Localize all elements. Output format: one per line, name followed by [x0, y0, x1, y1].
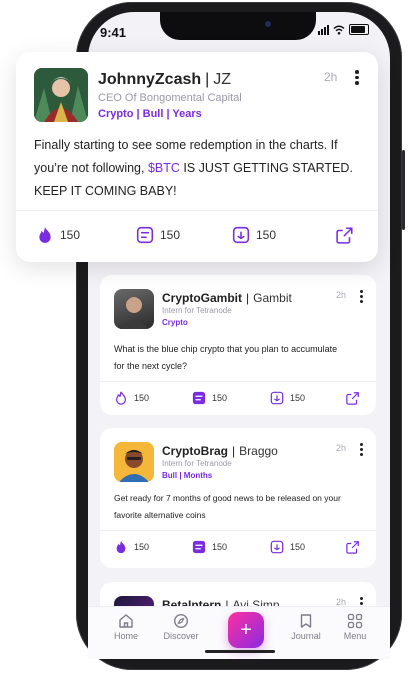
comment-button[interactable]: 150 — [192, 540, 227, 554]
journal-icon — [300, 614, 312, 628]
post-card[interactable]: CryptoBrag | Braggo Intern for Tetranode B… — [100, 428, 376, 568]
comment-button[interactable]: 150 — [136, 226, 180, 244]
comment-icon — [136, 226, 154, 244]
post-time: 2h — [336, 443, 347, 453]
signal-icon — [318, 24, 329, 35]
comment-icon — [192, 391, 206, 405]
repost-button[interactable]: 150 — [270, 391, 305, 405]
notch — [160, 12, 316, 40]
author-name[interactable]: CryptoGambit | Gambit — [162, 291, 292, 305]
discover-icon — [173, 613, 189, 629]
repost-count: 150 — [290, 542, 306, 552]
avatar[interactable] — [114, 442, 154, 482]
status-time: 9:41 — [100, 25, 127, 40]
nav-home[interactable]: Home — [101, 613, 151, 641]
post-body: Finally starting to see some redemption … — [34, 134, 366, 203]
author-name[interactable]: CryptoBrag | Braggo — [162, 444, 278, 458]
divider — [100, 381, 376, 382]
nav-discover[interactable]: Discover — [156, 613, 206, 641]
nav-discover-label: Discover — [163, 631, 199, 641]
like-count: 150 — [60, 228, 81, 242]
repost-count: 150 — [290, 393, 306, 403]
avatar[interactable] — [34, 68, 88, 122]
kebab-icon[interactable] — [355, 70, 359, 85]
kebab-icon[interactable] — [360, 443, 363, 456]
author-name[interactable]: JohnnyZcash | JZ — [98, 71, 231, 89]
kebab-icon[interactable] — [360, 290, 363, 303]
flame-icon — [116, 391, 126, 405]
camera-icon — [265, 21, 271, 27]
avatar[interactable] — [114, 289, 154, 329]
repost-button[interactable]: 150 — [270, 540, 305, 554]
comment-count: 150 — [160, 228, 181, 242]
author-display-name[interactable]: JohnnyZcash — [98, 71, 201, 88]
share-icon[interactable] — [346, 391, 360, 405]
flame-icon — [39, 227, 51, 243]
repost-icon — [270, 540, 284, 554]
divider — [100, 530, 376, 531]
post-body: Get ready for 7 months of good news to b… — [114, 493, 341, 520]
phone-side-button — [402, 150, 405, 230]
author-alias[interactable]: JZ — [213, 71, 231, 88]
like-button[interactable]: 150 — [114, 540, 149, 554]
divider — [16, 210, 378, 211]
create-post-button[interactable]: + — [228, 612, 264, 648]
repost-icon — [270, 391, 284, 405]
post-time: 2h — [324, 70, 338, 84]
post-time: 2h — [336, 290, 347, 300]
comment-button[interactable]: 150 — [192, 391, 227, 405]
wifi-icon — [333, 25, 345, 35]
comment-icon — [192, 540, 206, 554]
like-button[interactable]: 150 — [36, 226, 80, 244]
nav-menu[interactable]: Menu — [330, 613, 380, 641]
battery-icon — [349, 24, 369, 35]
comment-count: 150 — [212, 542, 228, 552]
nav-journal[interactable]: Journal — [281, 613, 331, 641]
repost-count: 150 — [256, 228, 277, 242]
comment-count: 150 — [212, 393, 228, 403]
author-role: CEO Of Bongomental Capital — [98, 92, 242, 104]
like-count: 150 — [134, 393, 150, 403]
like-button[interactable]: 150 — [114, 391, 149, 405]
author-display-name[interactable]: CryptoBrag — [162, 444, 228, 458]
post-tags[interactable]: Crypto — [162, 318, 188, 327]
repost-icon — [232, 226, 250, 244]
author-alias[interactable]: Braggo — [239, 444, 278, 458]
author-alias[interactable]: Gambit — [253, 291, 292, 305]
plus-icon: + — [240, 618, 252, 641]
home-icon — [119, 614, 133, 628]
post-card[interactable]: CryptoGambit | Gambit Intern for Tetranode… — [100, 275, 376, 415]
like-count: 150 — [134, 542, 150, 552]
post-tags[interactable]: Crypto | Bull | Years — [98, 108, 202, 120]
post-tags[interactable]: Bull | Months — [162, 471, 212, 480]
author-role: Intern for Tetranode — [162, 459, 232, 468]
nav-journal-label: Journal — [291, 631, 321, 641]
repost-button[interactable]: 150 — [232, 226, 276, 244]
menu-icon — [347, 613, 363, 629]
nav-menu-label: Menu — [343, 631, 367, 641]
flame-icon — [116, 540, 126, 554]
share-icon[interactable] — [336, 226, 354, 244]
featured-post-card[interactable]: JohnnyZcash | JZ CEO Of Bongomental Capita… — [16, 52, 378, 262]
nav-home-label: Home — [113, 631, 138, 641]
author-display-name[interactable]: CryptoGambit — [162, 291, 242, 305]
post-body: What is the blue chip crypto that you pl… — [114, 344, 338, 371]
author-role: Intern for Tetranode — [162, 306, 232, 315]
status-icons — [318, 24, 369, 35]
share-icon[interactable] — [346, 540, 360, 554]
ticker-link[interactable]: $BTC — [148, 161, 180, 175]
home-indicator — [205, 650, 275, 653]
